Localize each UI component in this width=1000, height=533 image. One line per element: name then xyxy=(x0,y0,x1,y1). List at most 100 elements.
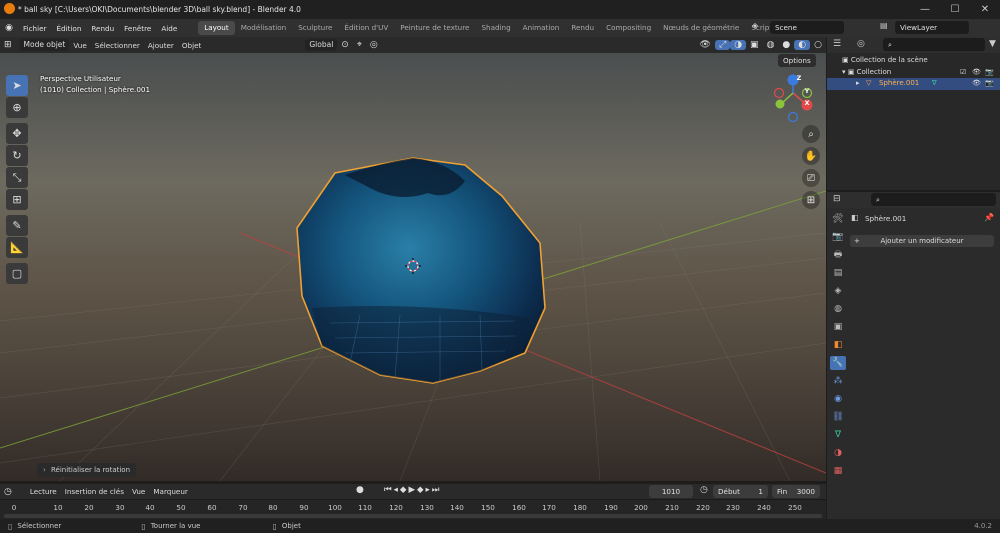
menu-window[interactable]: Fenêtre xyxy=(119,24,156,33)
tab-animation[interactable]: Animation xyxy=(517,21,566,35)
filter-icon[interactable]: ▼ xyxy=(989,39,996,49)
menu-add[interactable]: Ajouter xyxy=(144,41,178,50)
material-tab-icon[interactable]: ◑ xyxy=(831,446,845,460)
hand-icon[interactable]: ✋ xyxy=(802,147,820,165)
tab-geometry-nodes[interactable]: Nœuds de géométrie xyxy=(657,21,745,35)
view-layer-tab-icon[interactable]: ▤ xyxy=(831,266,845,280)
viewport-options-button[interactable]: Options xyxy=(778,54,816,67)
timeline-ruler[interactable]: 0 10 20 30 40 50 60 70 80 90 100 110 120… xyxy=(0,499,826,519)
outliner-search-input[interactable]: ⌕ xyxy=(883,38,985,51)
timeline-scrollbar[interactable] xyxy=(4,514,822,518)
menu-render[interactable]: Rendu xyxy=(86,24,119,33)
outliner-editor-icon[interactable]: ☰ xyxy=(833,39,841,49)
current-frame-field[interactable]: 1010 xyxy=(649,485,693,498)
annotate-tool-icon[interactable]: ✎ xyxy=(6,215,28,236)
move-tool-icon[interactable]: ✥ xyxy=(6,123,28,144)
transform-orientation[interactable]: Global xyxy=(305,39,338,51)
expand-collection-icon[interactable]: ▾ xyxy=(842,68,846,76)
menu-timeline-view[interactable]: Vue xyxy=(128,487,149,496)
blender-menu-icon[interactable]: ◉ xyxy=(0,23,18,33)
gizmo-x-label[interactable]: X xyxy=(801,99,813,107)
start-frame-field[interactable]: Début 1 xyxy=(713,485,768,498)
menu-file[interactable]: Fichier xyxy=(18,24,52,33)
editor-type-icon[interactable]: ⊞ xyxy=(0,40,16,50)
particles-tab-icon[interactable]: ⁂ xyxy=(831,374,845,388)
outliner-object-row[interactable]: ▸ ▽ Sphère.001 ∇ 👁 📷 xyxy=(827,78,1000,90)
playback-controls-icon[interactable]: ⏮◂◆▶◆▸⏭ xyxy=(384,485,441,495)
camera-render-icon[interactable]: 📷 xyxy=(985,68,994,76)
render-tab-icon[interactable]: 📷 xyxy=(831,230,845,244)
tab-uv-editing[interactable]: Édition d'UV xyxy=(338,21,394,35)
tab-layout[interactable]: Layout xyxy=(198,21,235,35)
measure-tool-icon[interactable]: 📐 xyxy=(6,237,28,258)
end-frame-field[interactable]: Fin 3000 xyxy=(772,485,820,498)
close-button[interactable]: ✕ xyxy=(970,0,1000,19)
camera-render-icon[interactable]: 📷 xyxy=(985,79,994,87)
record-icon[interactable]: ● xyxy=(356,485,364,495)
tab-texture-paint[interactable]: Peinture de texture xyxy=(394,21,475,35)
object-tab-icon[interactable]: ◧ xyxy=(831,338,845,352)
properties-search-input[interactable]: ⌕ xyxy=(871,193,996,206)
scene-selector[interactable]: Scene xyxy=(770,21,844,34)
properties-editor-icon[interactable]: ⊟ xyxy=(833,194,841,204)
exclude-checkbox[interactable]: ☑ xyxy=(960,68,966,76)
tab-shading[interactable]: Shading xyxy=(475,21,516,35)
physics-tab-icon[interactable]: ◉ xyxy=(831,392,845,406)
tool-tab-icon[interactable]: 🛠 xyxy=(831,212,845,226)
rendered-shading-icon[interactable]: ○ xyxy=(810,40,826,50)
grid-icon[interactable]: ⊞ xyxy=(802,191,820,209)
world-tab-icon[interactable]: ◍ xyxy=(831,302,845,316)
zoom-icon[interactable]: ⌕ xyxy=(802,125,820,143)
visibility-icon[interactable]: 👁 xyxy=(696,40,715,50)
snap-icon[interactable]: ⌖ xyxy=(353,40,366,50)
material-shading-icon[interactable]: ◐ xyxy=(794,40,811,50)
add-cube-tool-icon[interactable]: ▢ xyxy=(6,263,28,284)
xray-icon[interactable]: ▣ xyxy=(746,40,763,50)
eye-icon[interactable]: 👁 xyxy=(972,68,981,76)
expand-object-icon[interactable]: ▸ xyxy=(856,79,860,87)
solid-shading-icon[interactable]: ● xyxy=(778,40,794,50)
gizmo-y-label[interactable]: Y xyxy=(801,87,813,95)
gizmo-toggle-icon[interactable]: ⤢ xyxy=(714,40,731,50)
select-tool-icon[interactable]: ➤ xyxy=(6,75,28,96)
menu-edit[interactable]: Édition xyxy=(52,24,87,33)
menu-keying[interactable]: Insertion de clés xyxy=(61,487,128,496)
output-tab-icon[interactable]: 🖶 xyxy=(831,248,845,262)
tab-rendering[interactable]: Rendu xyxy=(565,21,600,35)
menu-view[interactable]: Vue xyxy=(69,41,90,50)
menu-marker[interactable]: Marqueur xyxy=(149,487,191,496)
menu-select[interactable]: Sélectionner xyxy=(91,41,144,50)
add-modifier-button[interactable]: + Ajouter un modificateur xyxy=(850,235,994,247)
data-tab-icon[interactable]: ∇ xyxy=(831,428,845,442)
minimize-button[interactable]: — xyxy=(910,0,940,19)
view-layer-selector[interactable]: ViewLayer xyxy=(895,21,969,34)
rotate-tool-icon[interactable]: ↻ xyxy=(6,145,28,166)
wireframe-shading-icon[interactable]: ◍ xyxy=(763,40,779,50)
maximize-button[interactable]: ☐ xyxy=(940,0,970,19)
display-mode-icon[interactable]: ◎ xyxy=(857,39,865,49)
overlay-toggle-icon[interactable]: ◑ xyxy=(730,40,747,50)
pin-icon[interactable]: 📌 xyxy=(984,213,994,222)
constraints-tab-icon[interactable]: ⛓ xyxy=(831,410,845,424)
mode-selector[interactable]: Mode objet xyxy=(19,39,70,51)
timeline-editor-icon[interactable]: ◷ xyxy=(0,487,16,497)
scale-tool-icon[interactable]: ⤡ xyxy=(6,167,28,188)
tab-compositing[interactable]: Compositing xyxy=(600,21,657,35)
cursor-tool-icon[interactable]: ⊕ xyxy=(6,97,28,118)
scene-tab-icon[interactable]: ◈ xyxy=(831,284,845,298)
eye-icon[interactable]: 👁 xyxy=(972,79,981,87)
proportional-icon[interactable]: ◎ xyxy=(366,40,382,50)
mesh-data-icon[interactable]: ∇ xyxy=(932,79,937,87)
menu-object[interactable]: Objet xyxy=(178,41,205,50)
gizmo-z-label[interactable]: Z xyxy=(793,74,805,82)
last-operation-panel[interactable]: Réinitialiser la rotation xyxy=(37,463,137,477)
3d-viewport[interactable]: Z X Y Perspective Utilisateur (1010) Col… xyxy=(0,53,826,481)
tab-modeling[interactable]: Modélisation xyxy=(235,21,293,35)
transform-tool-icon[interactable]: ⊞ xyxy=(6,189,28,210)
texture-tab-icon[interactable]: ▦ xyxy=(831,464,845,478)
camera-icon[interactable]: ⎚ xyxy=(802,169,820,187)
wrench-icon[interactable]: 🔧 xyxy=(830,356,846,370)
pivot-icon[interactable]: ⊙ xyxy=(337,40,353,50)
outliner-collection-row[interactable]: ▾ ▣ Collection ☑ 👁 📷 xyxy=(842,68,1000,76)
collection-tab-icon[interactable]: ▣ xyxy=(831,320,845,334)
